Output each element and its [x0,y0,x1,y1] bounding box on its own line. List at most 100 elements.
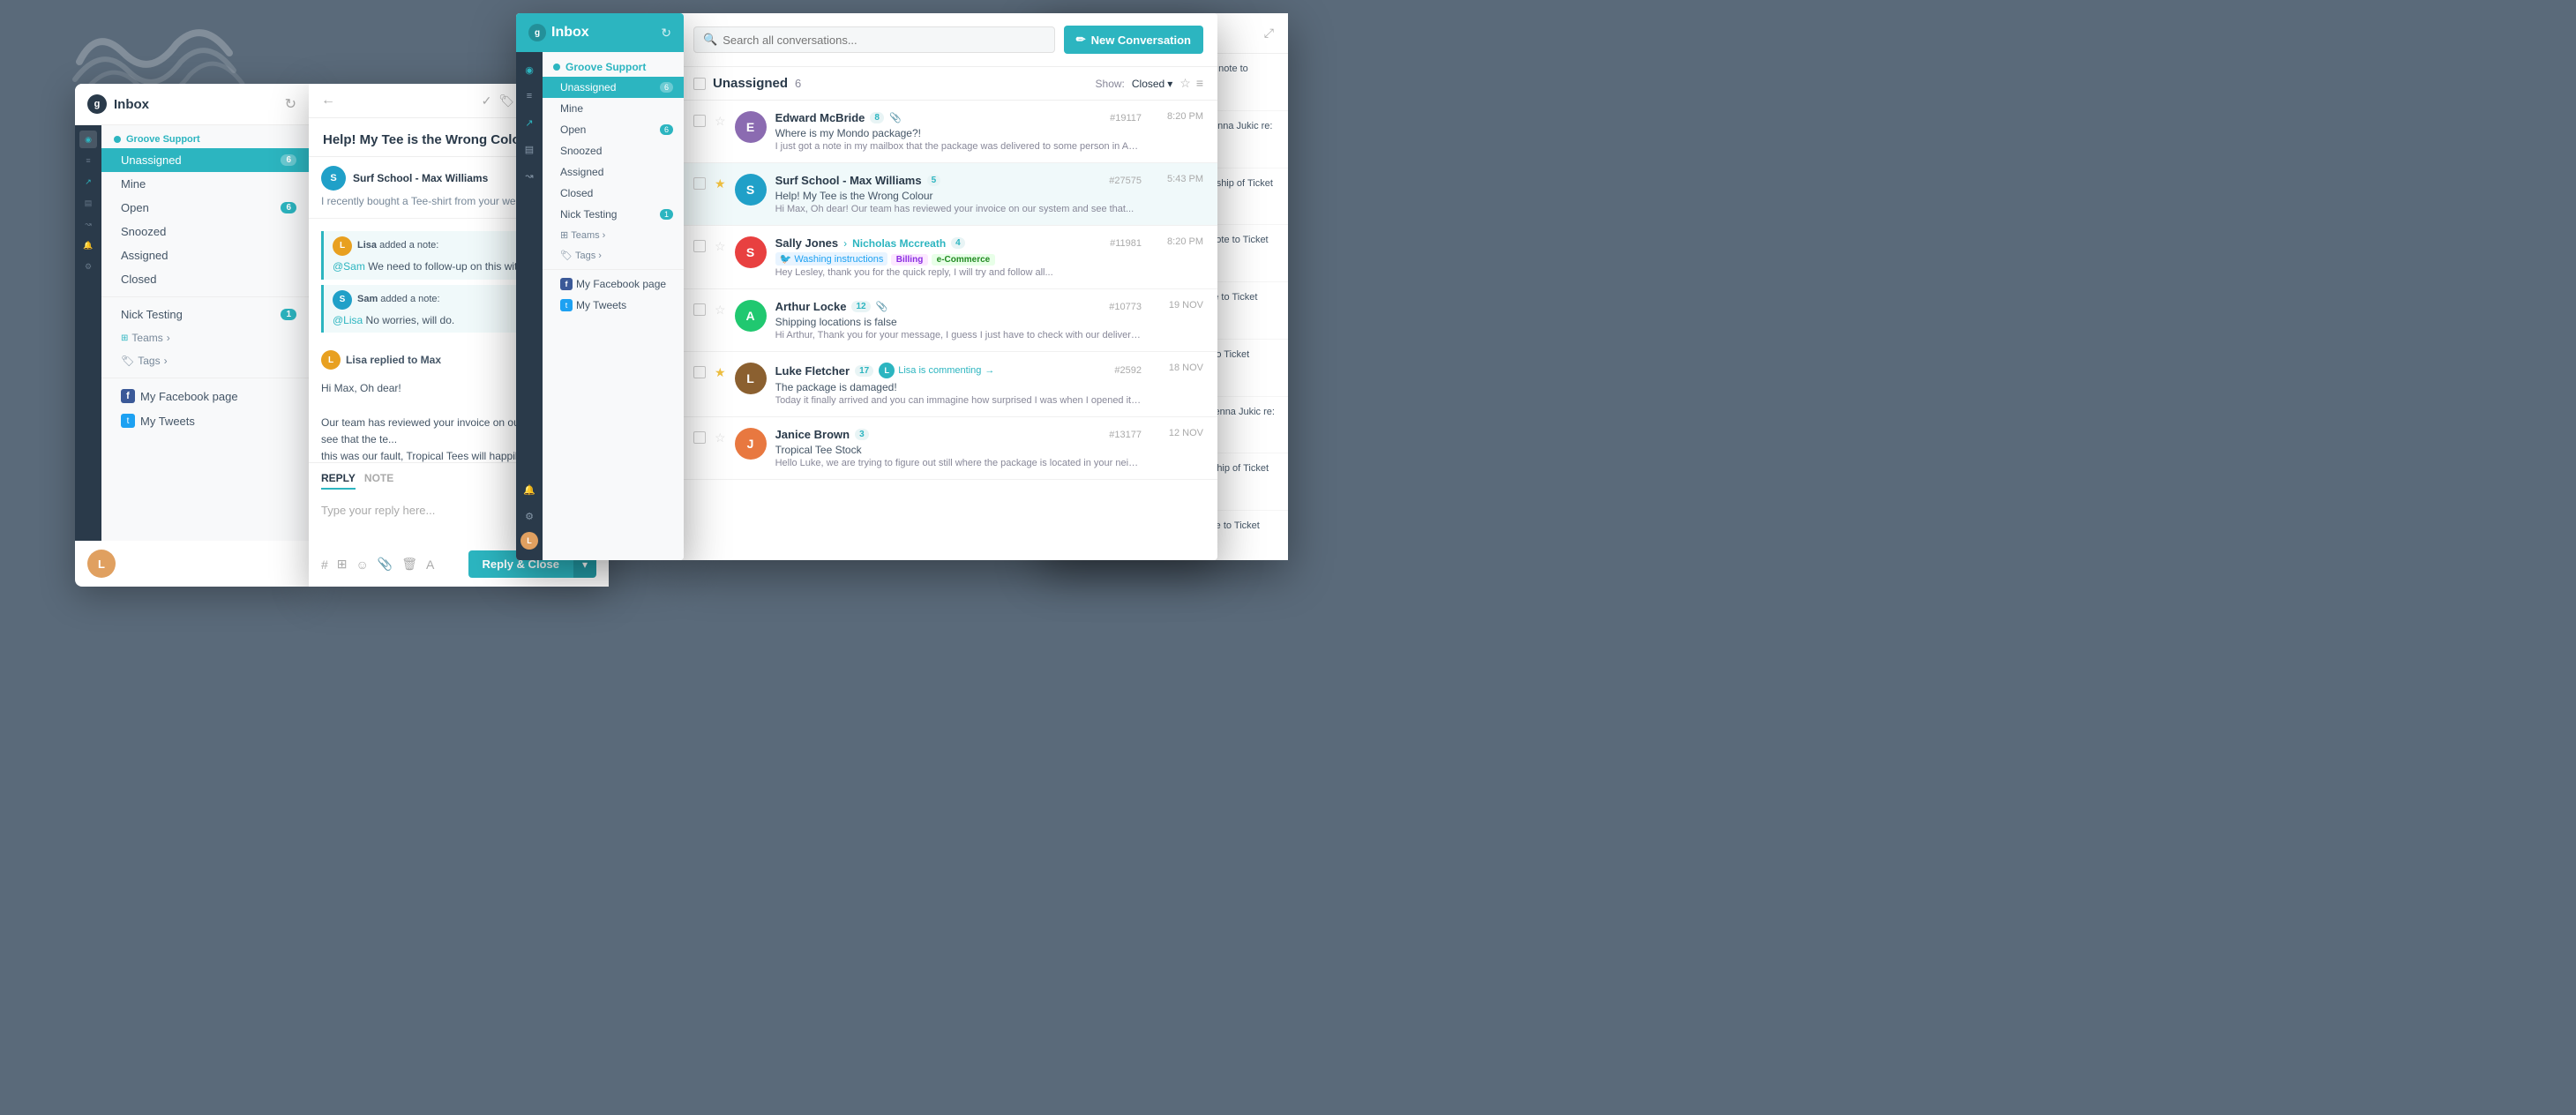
arthur-name: Arthur Locke [775,300,847,313]
overlay-nav-unassigned[interactable]: Unassigned 6 [543,77,684,98]
nav-item-mine[interactable]: Mine [101,172,309,196]
overlay-nav-twitter[interactable]: t My Tweets [543,295,684,316]
arthur-star[interactable]: ☆ [715,303,726,318]
nav-item-unassigned[interactable]: Unassigned 6 [101,148,309,172]
max-checkbox[interactable] [693,177,706,190]
luke-body: Luke Fletcher 17 L Lisa is commenting → … [775,363,1142,406]
luke-meta: 18 NOV [1150,363,1203,373]
overlay-user-avatar[interactable]: L [520,532,538,550]
show-select[interactable]: Closed ▾ [1132,78,1172,90]
conv-contact-avatar: S [321,166,346,191]
nav-item-closed[interactable]: Closed [101,267,309,291]
arthur-checkbox[interactable] [693,303,706,316]
arthur-header: Arthur Locke 12 📎 #10773 [775,300,1142,313]
arthur-ticket: #10773 [1109,302,1142,312]
overlay-nav-assigned[interactable]: Assigned [543,161,684,183]
overlay-nav-closed[interactable]: Closed [543,183,684,204]
tag-icon[interactable]: # [321,558,328,572]
user-avatar[interactable]: L [87,550,116,578]
overlay-bar-menu[interactable]: ≡ [519,86,540,107]
nav-item-tags[interactable]: 🏷 Tags › [101,349,309,372]
nav-item-snoozed[interactable]: Snoozed [101,220,309,243]
attach-icon[interactable]: 📎 [378,557,393,572]
nav-item-twitter[interactable]: t My Tweets [101,408,309,433]
overlay-bar-reports[interactable]: ▤ [519,138,540,160]
overlay-nav-snoozed[interactable]: Snoozed [543,140,684,161]
overlay-nav-tags[interactable]: 🏷 Tags › [543,245,684,266]
arthur-checkbox-box [693,303,706,316]
overlay-nav-facebook[interactable]: f My Facebook page [543,273,684,295]
left-sidebar-bell-icon[interactable]: 🔔 [79,236,97,254]
nav-item-teams[interactable]: ⊞ Teams › [101,326,309,349]
select-all-checkbox[interactable] [693,78,706,90]
janice-date: 12 NOV [1169,428,1203,438]
left-sidebar-chat-icon[interactable]: ↝ [79,215,97,233]
new-conv-label: New Conversation [1091,34,1191,47]
right-expand-icon[interactable]: ⤢ [1264,26,1274,41]
janice-star[interactable]: ☆ [715,430,726,445]
conv-list-item-arthur[interactable]: ☆ A Arthur Locke 12 📎 #10773 Shipping lo… [679,289,1217,352]
search-box[interactable]: 🔍 [693,26,1055,53]
luke-star[interactable]: ★ [715,365,726,380]
luke-checkbox[interactable] [693,366,706,378]
overlay-bar-inbox[interactable]: ◉ [519,59,540,80]
overlay-nav-nick-testing[interactable]: Nick Testing 1 [543,204,684,225]
overlay-nav-open[interactable]: Open 6 [543,119,684,140]
left-sidebar-reports-icon[interactable]: ▤ [79,194,97,212]
inbox-count: 6 [795,77,801,90]
trash-icon[interactable]: 🗑 [401,557,417,572]
emoji-icon[interactable]: ☺ [356,558,369,572]
reply-tab-reply[interactable]: REPLY [321,472,356,490]
overlay-bar-bell[interactable]: 🔔 [519,479,540,500]
back-button[interactable]: ← [321,93,335,109]
left-sidebar-settings-icon[interactable]: ⚙ [79,258,97,275]
left-sidebar-activity-icon[interactable]: ↗ [79,173,97,191]
janice-body: Janice Brown 3 #13177 Tropical Tee Stock… [775,428,1142,468]
janice-checkbox[interactable] [693,431,706,444]
overlay-nav-teams[interactable]: ⊞ Teams › [543,225,684,245]
conv-list-item-janice[interactable]: ☆ J Janice Brown 3 #13177 Tropical Tee S… [679,417,1217,480]
teams-icon: ⊞ [121,333,128,343]
sally-star[interactable]: ☆ [715,239,726,254]
max-body: Surf School - Max Williams 5 #27575 Help… [775,174,1142,214]
luke-avatar: L [735,363,767,394]
conv-list-item-luke[interactable]: ★ L Luke Fletcher 17 L Lisa is commentin… [679,352,1217,417]
max-star[interactable]: ★ [715,176,726,191]
conv-list-item-sally[interactable]: ☆ S Sally Jones › Nicholas Mccreath 4 #1… [679,226,1217,289]
overlay-nav-mine[interactable]: Mine [543,98,684,119]
show-label: Show: [1096,78,1125,90]
overlay-refresh-icon[interactable]: ↻ [661,26,671,41]
left-sidebar-inbox-icon[interactable]: ◉ [79,131,97,148]
janice-count: 3 [855,429,869,440]
twitter-label: My Tweets [140,415,195,428]
edward-star[interactable]: ☆ [715,114,726,129]
nav-mine-label: Mine [121,177,146,191]
check-action-btn[interactable]: ✓ [482,94,492,109]
left-sidebar-menu-icon[interactable]: ≡ [79,152,97,169]
list-icon[interactable]: ≡ [1196,76,1203,91]
overlay-bar-chat[interactable]: ↝ [519,165,540,186]
sally-preview: Hey Lesley, thank you for the quick repl… [775,267,1142,278]
sort-icon[interactable]: ☆ [1179,76,1191,91]
inbox-icon[interactable]: ⊞ [337,557,348,572]
nav-item-nick-testing[interactable]: Nick Testing 1 [101,303,309,326]
left-app-title: Inbox [114,97,149,112]
conv-list-item-max[interactable]: ★ S Surf School - Max Williams 5 #27575 … [679,163,1217,226]
overlay-bar-activity[interactable]: ↗ [519,112,540,133]
sally-checkbox[interactable] [693,240,706,252]
nav-nick-badge: 1 [281,309,296,320]
edward-checkbox[interactable] [693,115,706,127]
search-input[interactable] [723,34,1045,47]
reply-tab-note[interactable]: NOTE [364,472,393,490]
overlay-panel: g Inbox ↻ ◉ ≡ ↗ ▤ ↝ 🔔 ⚙ L Groove Support [516,13,684,560]
overlay-group-label: Groove Support [565,61,646,73]
new-conversation-button[interactable]: ✏ New Conversation [1064,26,1203,54]
nav-item-facebook[interactable]: f My Facebook page [101,384,309,408]
left-refresh-icon[interactable]: ↻ [285,95,296,113]
overlay-bar-settings[interactable]: ⚙ [519,505,540,527]
font-icon[interactable]: A [426,558,434,572]
nav-item-assigned[interactable]: Assigned [101,243,309,267]
nav-item-open[interactable]: Open 6 [101,196,309,220]
conv-list-item-edward[interactable]: ☆ E Edward McBride 8 📎 #19117 Where is m… [679,101,1217,163]
tag-action-btn[interactable]: 🏷 [498,94,514,109]
